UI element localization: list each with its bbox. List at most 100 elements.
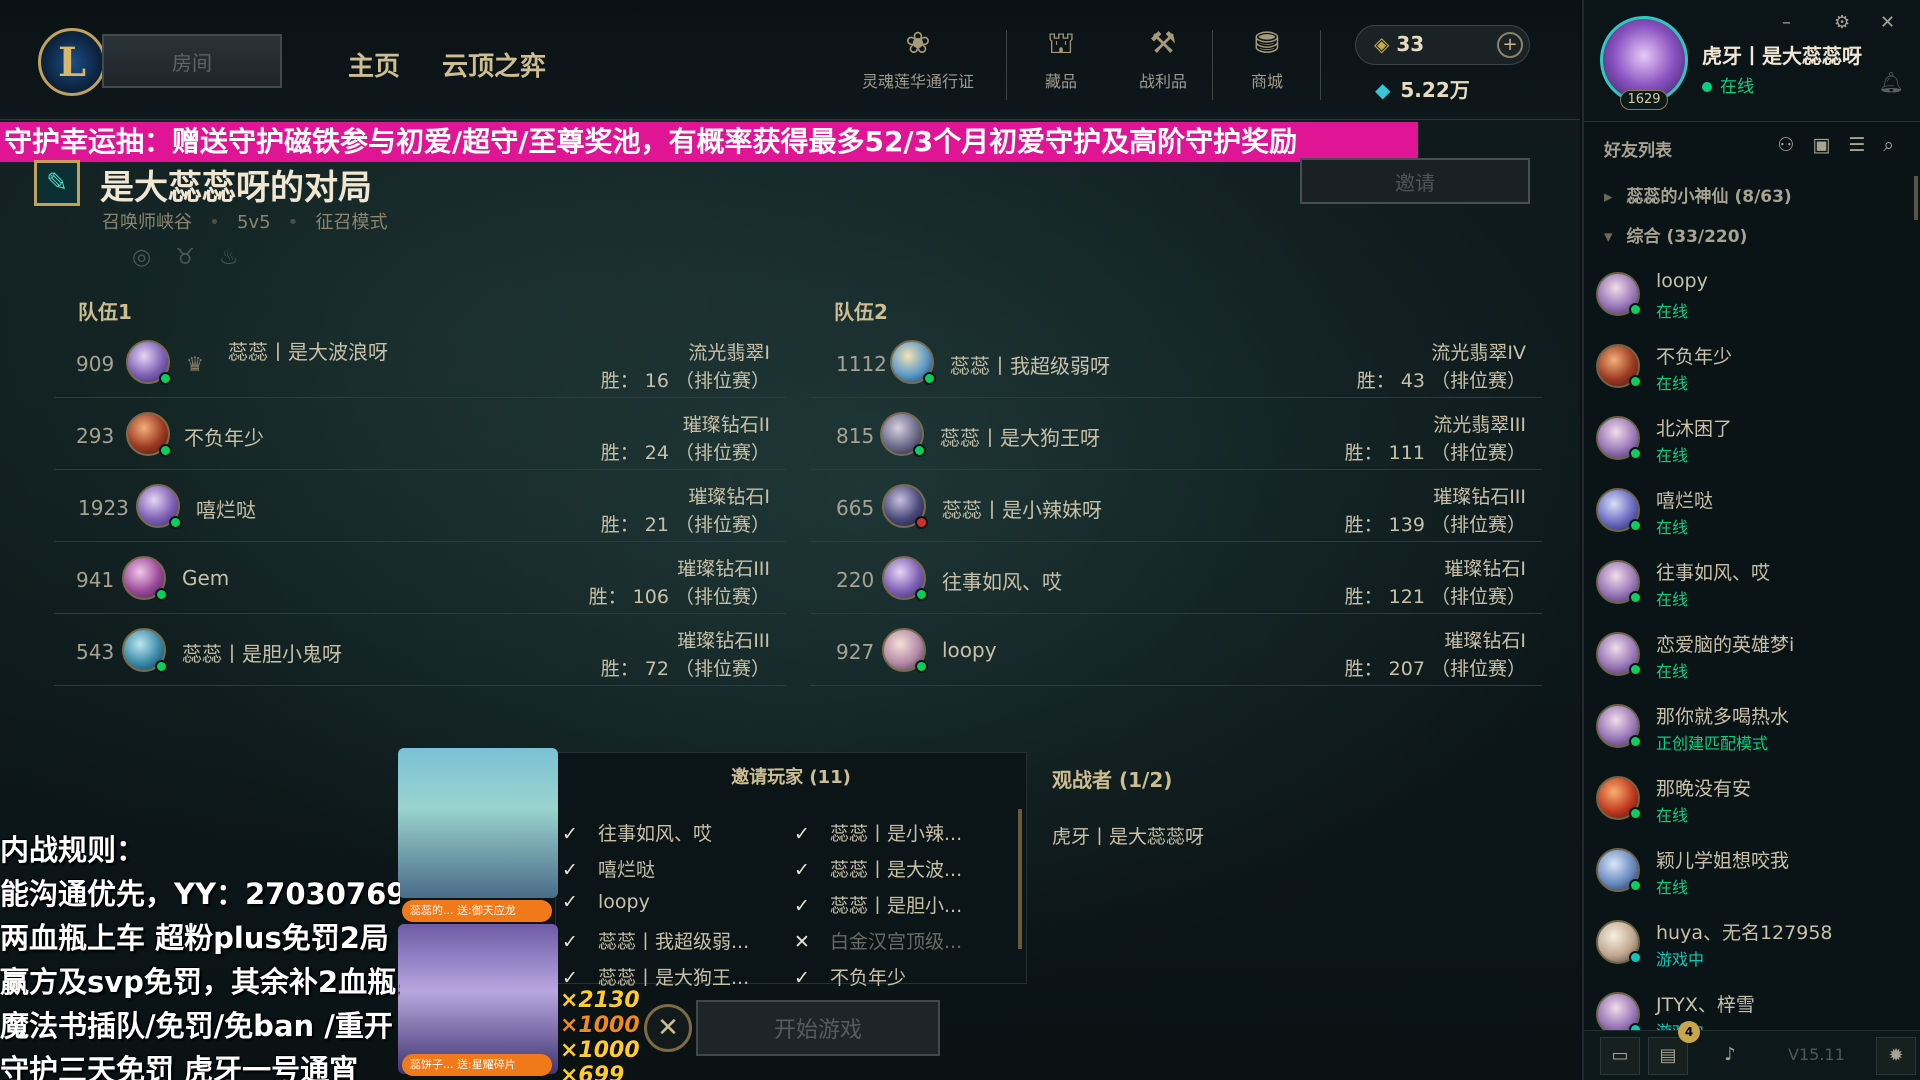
- accepted-check-icon: ✓: [794, 967, 810, 989]
- accepted-check-icon: ✓: [562, 891, 578, 913]
- add-folder-icon[interactable]: ▣: [1812, 134, 1848, 156]
- player-rank: 璀璨钻石I: [688, 486, 770, 508]
- invited-player[interactable]: ✓ 蕊蕊丨是小辣...: [794, 819, 962, 846]
- microphone-icon[interactable]: ♪: [1710, 1037, 1750, 1075]
- leave-lobby-button[interactable]: ✕: [644, 1004, 692, 1052]
- player-row[interactable]: 1112 蕊蕊丨我超级弱呀 流光翡翠IV 胜： 43 （排位赛）: [810, 326, 1542, 398]
- player-rank: 璀璨钻石III: [677, 558, 770, 580]
- search-icon[interactable]: ⌕: [1883, 134, 1912, 156]
- friend-item[interactable]: 北沐困了 在线: [1584, 402, 1914, 474]
- invited-player[interactable]: ✓ 蕊蕊丨我超级弱...: [562, 927, 749, 954]
- friend-name: 颖儿学姐想咬我: [1656, 850, 1790, 872]
- player-avatar: [890, 340, 936, 385]
- player-row[interactable]: 543 蕊蕊丨是胆小鬼呀 璀璨钻石III 胜： 72 （排位赛）: [54, 614, 786, 686]
- player-avatar: [122, 628, 168, 673]
- close-icon[interactable]: ✕: [1880, 12, 1895, 33]
- invited-player[interactable]: ✓ 蕊蕊丨是大狗王...: [562, 963, 749, 990]
- friend-avatar: [1596, 848, 1642, 892]
- player-name: Gem: [182, 566, 230, 590]
- gear-icon[interactable]: ⚙: [1834, 12, 1850, 33]
- player-name: 蕊蕊丨是小辣妹呀: [942, 498, 1102, 522]
- rules-line: 内战规则：: [0, 833, 146, 867]
- blue-essence: ◆ 5.22万: [1375, 74, 1470, 103]
- mission-icon[interactable]: ▤: [1648, 1037, 1688, 1075]
- invited-player[interactable]: ✓ 蕊蕊丨是胆小...: [794, 891, 962, 918]
- flame-icon[interactable]: ♨: [219, 245, 263, 270]
- spectator-name[interactable]: 虎牙丨是大蕊蕊呀: [1052, 822, 1204, 849]
- invited-player-name: 蕊蕊丨是小辣...: [830, 823, 963, 845]
- player-row[interactable]: 665 蕊蕊丨是小辣妹呀 璀璨钻石III 胜： 139 （排位赛）: [810, 470, 1542, 542]
- lobby-edit-icon[interactable]: ✎: [34, 160, 80, 206]
- player-row[interactable]: 941 Gem 璀璨钻石III 胜： 106 （排位赛）: [54, 542, 786, 614]
- friend-status: 在线: [1656, 590, 1689, 609]
- player-wins: 胜： 16 （排位赛）: [600, 370, 770, 392]
- collection-button[interactable]: ⛫ 藏品: [1016, 26, 1106, 92]
- friend-group-collapsed[interactable]: ▸ 蕊蕊的小神仙 (8/63): [1604, 182, 1792, 207]
- minimize-icon[interactable]: –: [1782, 12, 1791, 33]
- invite-button[interactable]: 邀请: [1300, 158, 1530, 204]
- player-name: 蕊蕊丨是胆小鬼呀: [182, 642, 342, 666]
- nav-tft[interactable]: 云顶之弈: [442, 46, 546, 83]
- player-row[interactable]: 909 ♛ 蕊蕊丨是大波浪呀 流光翡翠I 胜： 16 （排位赛）: [54, 326, 786, 398]
- invited-player[interactable]: ✓ 蕊蕊丨是大波...: [794, 855, 962, 882]
- invited-player[interactable]: ✓ 往事如风、哎: [562, 819, 712, 846]
- friend-item[interactable]: 不负年少 在线: [1584, 330, 1914, 402]
- invited-player[interactable]: ✕ 白金汉宫顶级...: [794, 927, 962, 954]
- friend-item[interactable]: 嘻烂哒 在线: [1584, 474, 1914, 546]
- invited-scrollbar[interactable]: [1018, 809, 1022, 949]
- friend-item[interactable]: 颖儿学姐想咬我 在线: [1584, 834, 1914, 906]
- loot-button[interactable]: ⚒ 战利品: [1118, 26, 1208, 92]
- divider: [1320, 30, 1321, 100]
- league-logo-icon[interactable]: L: [38, 28, 106, 96]
- profile-status-text: 在线: [1720, 77, 1754, 97]
- chat-icon[interactable]: ▭: [1600, 1037, 1640, 1075]
- pass-button[interactable]: ❀ 灵魂莲华通行证: [848, 26, 988, 92]
- profile-level: 1629: [1620, 90, 1668, 110]
- start-game-button[interactable]: 开始游戏: [696, 1000, 940, 1056]
- player-row[interactable]: 220 往事如风、哎 璀璨钻石I 胜： 121 （排位赛）: [810, 542, 1542, 614]
- top-bar: L 房间 主页 云顶之弈 ❀ 灵魂莲华通行证 ⛫ 藏品 ⚒ 战利品 ⛃ 商城 ◈…: [0, 0, 1580, 120]
- friends-scrollbar[interactable]: [1914, 176, 1918, 220]
- profile-status[interactable]: 在线: [1702, 72, 1754, 97]
- player-rank: 璀璨钻石I: [1444, 630, 1526, 652]
- ward-icon[interactable]: ♉: [175, 245, 219, 270]
- profile-name[interactable]: 虎牙丨是大蕊蕊呀: [1702, 40, 1862, 69]
- friend-item[interactable]: huya、无名127958 游戏中: [1584, 906, 1914, 978]
- player-row[interactable]: 1923 嘻烂哒 璀璨钻石I 胜： 21 （排位赛）: [54, 470, 786, 542]
- bug-report-icon[interactable]: ✹: [1876, 1037, 1916, 1075]
- player-row[interactable]: 927 loopy 璀璨钻石I 胜： 207 （排位赛）: [810, 614, 1542, 686]
- player-level: 220: [836, 568, 875, 592]
- friend-name: 往事如风、哎: [1656, 562, 1771, 584]
- list-icon[interactable]: ☰: [1848, 134, 1883, 156]
- player-row[interactable]: 815 蕊蕊丨是大狗王呀 流光翡翠III 胜： 111 （排位赛）: [810, 398, 1542, 470]
- player-avatar: [126, 340, 172, 385]
- nav-home[interactable]: 主页: [348, 46, 400, 83]
- invited-player[interactable]: ✓ 不负年少: [794, 963, 906, 990]
- friend-status: 正创建匹配模式: [1656, 734, 1769, 753]
- friend-item[interactable]: 那晚没有安 在线: [1584, 762, 1914, 834]
- friend-item[interactable]: loopy 在线: [1584, 258, 1914, 330]
- friend-avatar: [1596, 704, 1642, 748]
- player-row[interactable]: 293 不负年少 璀璨钻石II 胜： 24 （排位赛）: [54, 398, 786, 470]
- timer-icon[interactable]: ◎: [132, 245, 175, 270]
- player-name: 不负年少: [184, 426, 264, 450]
- friend-name: 恋爱脑的英雄梦i: [1656, 634, 1795, 656]
- friend-group-expanded[interactable]: ▾ 综合 (33/220): [1604, 222, 1747, 247]
- store-label: 商城: [1250, 72, 1283, 91]
- room-button[interactable]: 房间: [102, 34, 282, 88]
- player-name: loopy: [942, 638, 997, 662]
- player-wins: 胜： 24 （排位赛）: [600, 442, 770, 464]
- invited-player[interactable]: ✓ loopy: [562, 891, 650, 913]
- friend-item[interactable]: JTYX、梓雪游戏中: [1584, 978, 1914, 1030]
- stream-gift-overlay: 蕊蕊的... 送:御天应龙 蕊饼子... 送:星耀碎片: [398, 748, 558, 1078]
- add-friend-icon[interactable]: ⚇: [1777, 134, 1812, 156]
- player-level: 1112: [836, 352, 887, 376]
- friend-item[interactable]: 那你就多喝热水 正创建匹配模式: [1584, 690, 1914, 762]
- bell-icon[interactable]: 🔔︎: [1879, 70, 1904, 94]
- friend-item[interactable]: 往事如风、哎 在线: [1584, 546, 1914, 618]
- friends-header: 好友列表 ⚇▣☰⌕: [1584, 126, 1920, 166]
- invited-player[interactable]: ✓ 嘻烂哒: [562, 855, 655, 882]
- buy-rp-button[interactable]: +: [1497, 32, 1523, 58]
- friend-item[interactable]: 恋爱脑的英雄梦i 在线: [1584, 618, 1914, 690]
- store-button[interactable]: ⛃ 商城: [1222, 26, 1312, 92]
